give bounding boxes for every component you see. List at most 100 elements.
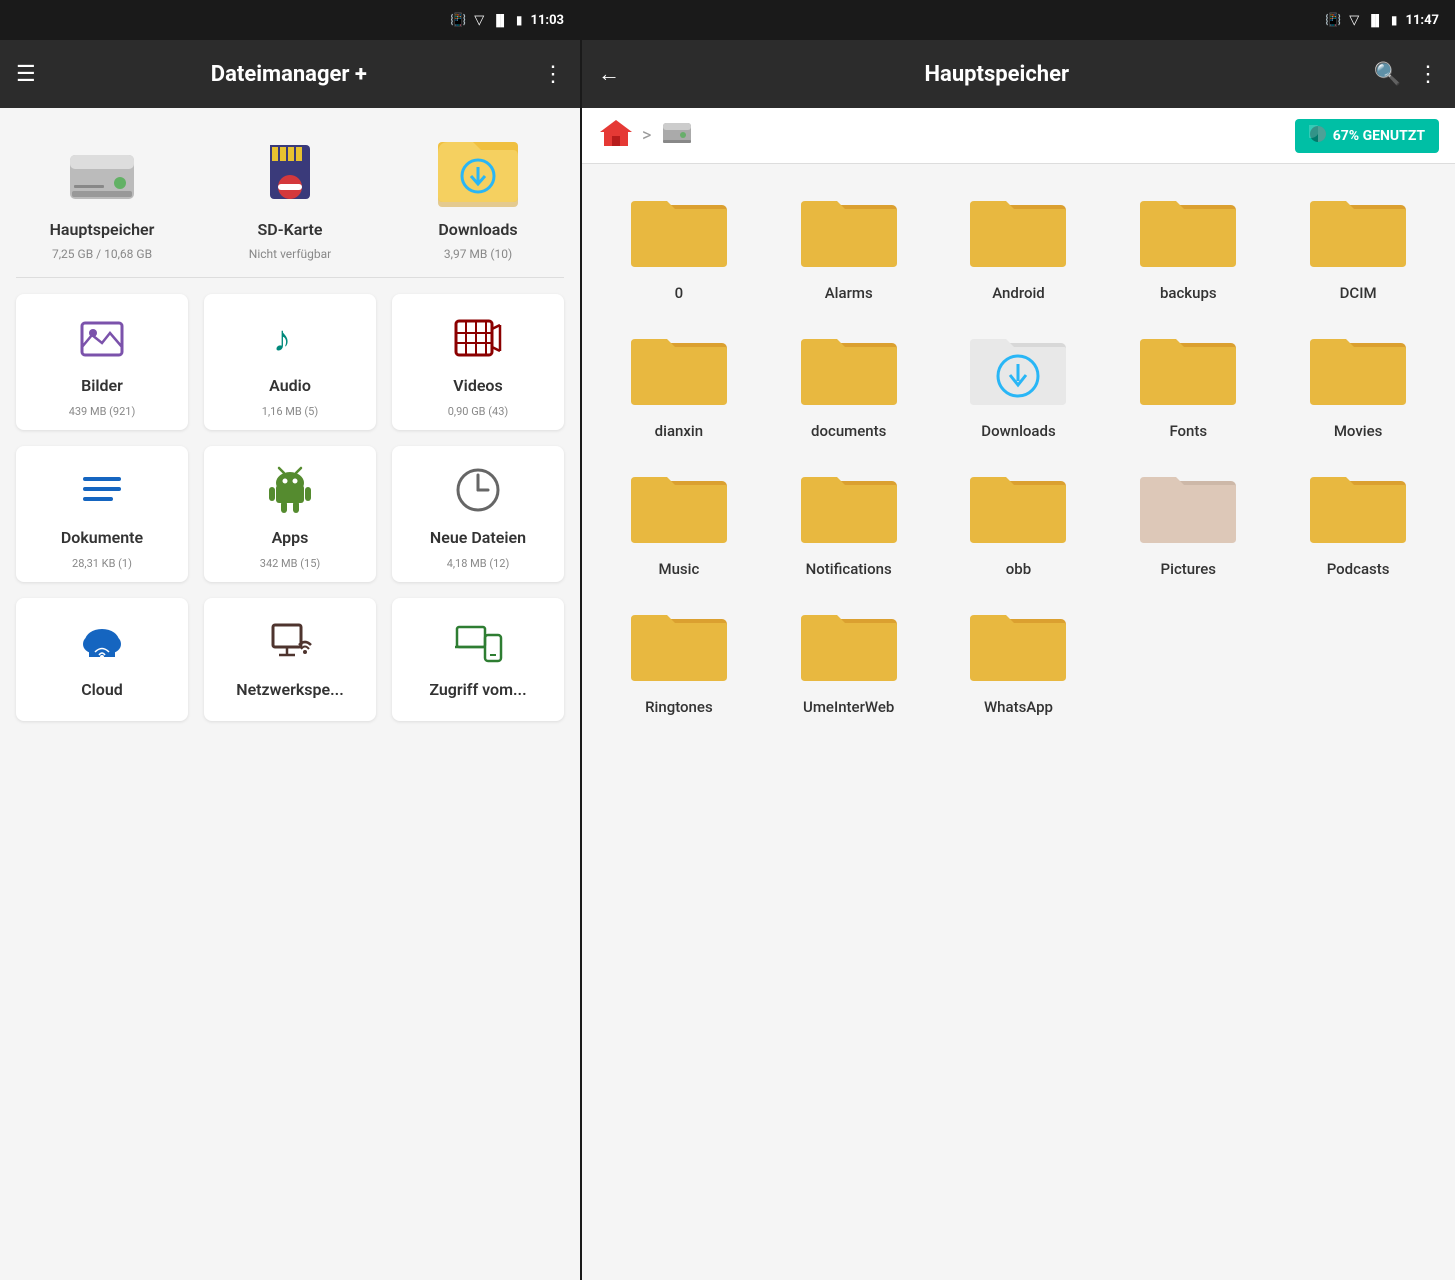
folder-podcasts-name: Podcasts [1327,560,1390,578]
bilder-sublabel: 439 MB (921) [69,405,136,418]
category-audio[interactable]: ♪ Audio 1,16 MB (5) [204,294,376,430]
home-icon[interactable] [598,116,634,155]
cloud-label: Cloud [81,680,123,699]
folder-alarms-icon [794,188,904,278]
folder-android[interactable]: Android [938,180,1100,310]
folder-obb-name: obb [1006,560,1031,578]
folder-movies[interactable]: Movies [1277,318,1439,448]
folder-whatsapp[interactable]: WhatsApp [938,594,1100,724]
right-battery-icon: ▮ [1391,13,1398,27]
folder-movies-name: Movies [1334,422,1383,440]
category-neue-dateien[interactable]: Neue Dateien 4,18 MB (12) [392,446,564,582]
back-icon[interactable]: ← [598,61,620,87]
folder-movies-icon [1303,326,1413,416]
cloud-icon [74,614,130,670]
left-more-icon[interactable]: ⋮ [542,62,564,87]
downloads-icon [433,132,523,212]
search-icon[interactable]: 🔍 [1374,62,1401,87]
right-vibrate-icon: 📳 [1325,13,1341,28]
folder-grid: 0 Alarms Android [582,164,1455,1280]
sdkarte-sublabel: Nicht verfügbar [249,247,331,261]
netzwerkspe-label: Netzwerkspe... [236,680,344,699]
menu-icon[interactable]: ☰ [16,62,36,87]
zugriff-vom-icon [450,614,506,670]
sd-icon [245,132,335,212]
netzwerkspe-icon [262,614,318,670]
right-signal-icon: ▐▌ [1367,14,1383,27]
neue-dateien-sublabel: 4,18 MB (12) [447,557,510,570]
right-more-icon[interactable]: ⋮ [1417,62,1439,87]
sdkarte-label: SD-Karte [258,220,323,239]
category-dokumente[interactable]: Dokumente 28,31 KB (1) [16,446,188,582]
folder-0-icon [624,188,734,278]
folder-obb[interactable]: obb [938,456,1100,586]
storage-grid: Hauptspeicher 7,25 GB / 10,68 GB [16,132,564,261]
folder-backups[interactable]: backups [1107,180,1269,310]
folder-notifications[interactable]: Notifications [768,456,930,586]
left-panel: 📳 ▽ ▐▌ ▮ 11:03 ☰ Dateimanager + ⋮ [0,0,580,1280]
folder-fonts[interactable]: Fonts [1107,318,1269,448]
storage-pie-icon [1309,125,1327,147]
category-videos[interactable]: Videos 0,90 GB (43) [392,294,564,430]
folder-music[interactable]: Music [598,456,760,586]
folder-backups-icon [1133,188,1243,278]
left-vibrate-icon: 📳 [450,13,466,28]
folder-dcim[interactable]: DCIM [1277,180,1439,310]
videos-icon [450,310,506,366]
folder-documents-icon [794,326,904,416]
folder-whatsapp-name: WhatsApp [984,698,1053,716]
folder-android-name: Android [992,284,1045,302]
folder-download-name: Downloads [981,422,1055,440]
category-zugriff-vom[interactable]: Zugriff vom... [392,598,564,721]
folder-notifications-name: Notifications [806,560,892,578]
category-bilder[interactable]: Bilder 439 MB (921) [16,294,188,430]
folder-pictures-icon [1133,464,1243,554]
category-cloud[interactable]: Cloud [16,598,188,721]
folder-ringtones-name: Ringtones [645,698,713,716]
category-netzwerkspe[interactable]: Netzwerkspe... [204,598,376,721]
folder-download[interactable]: Downloads [938,318,1100,448]
storage-hauptspeicher[interactable]: Hauptspeicher 7,25 GB / 10,68 GB [16,132,188,261]
folder-ringtones-icon [624,602,734,692]
folder-documents[interactable]: documents [768,318,930,448]
right-time: 11:47 [1406,13,1440,28]
folder-download-icon [963,326,1073,416]
folder-alarms[interactable]: Alarms [768,180,930,310]
folder-dcim-icon [1303,188,1413,278]
folder-umelnterweb[interactable]: UmeInterWeb [768,594,930,724]
folder-podcasts-icon [1303,464,1413,554]
right-status-bar: 📳 ▽ ▐▌ ▮ 11:47 [582,0,1455,40]
folder-podcasts[interactable]: Podcasts [1277,456,1439,586]
storage-downloads[interactable]: Downloads 3,97 MB (10) [392,132,564,261]
videos-sublabel: 0,90 GB (43) [448,405,508,418]
left-status-bar: 📳 ▽ ▐▌ ▮ 11:03 [0,0,580,40]
storage-sdkarte[interactable]: SD-Karte Nicht verfügbar [204,132,376,261]
folder-dianxin-name: dianxin [655,422,703,440]
folder-umelnterweb-icon [794,602,904,692]
folder-dianxin[interactable]: dianxin [598,318,760,448]
folder-obb-icon [963,464,1073,554]
folder-whatsapp-icon [963,602,1073,692]
category-apps[interactable]: Apps 342 MB (15) [204,446,376,582]
folder-notifications-icon [794,464,904,554]
dokumente-label: Dokumente [61,528,143,547]
folder-fonts-icon [1133,326,1243,416]
folder-0[interactable]: 0 [598,180,760,310]
folder-pictures[interactable]: Pictures [1107,456,1269,586]
hdd-icon [57,132,147,212]
folder-ringtones[interactable]: Ringtones [598,594,760,724]
left-app-title: Dateimanager + [52,62,526,87]
left-signal-icon: ▐▌ [492,14,508,27]
drive-icon[interactable] [659,117,695,155]
right-app-title: Hauptspeicher [636,62,1358,87]
folder-android-icon [963,188,1073,278]
folder-music-icon [624,464,734,554]
folder-documents-name: documents [811,422,886,440]
categories-grid: Bilder 439 MB (921) ♪ Audio 1,16 MB (5) [16,294,564,721]
apps-label: Apps [272,528,309,547]
hauptspeicher-sublabel: 7,25 GB / 10,68 GB [52,247,152,261]
apps-icon [262,462,318,518]
divider-1 [16,277,564,278]
left-battery-icon: ▮ [516,13,523,27]
zugriff-vom-label: Zugriff vom... [429,680,526,699]
